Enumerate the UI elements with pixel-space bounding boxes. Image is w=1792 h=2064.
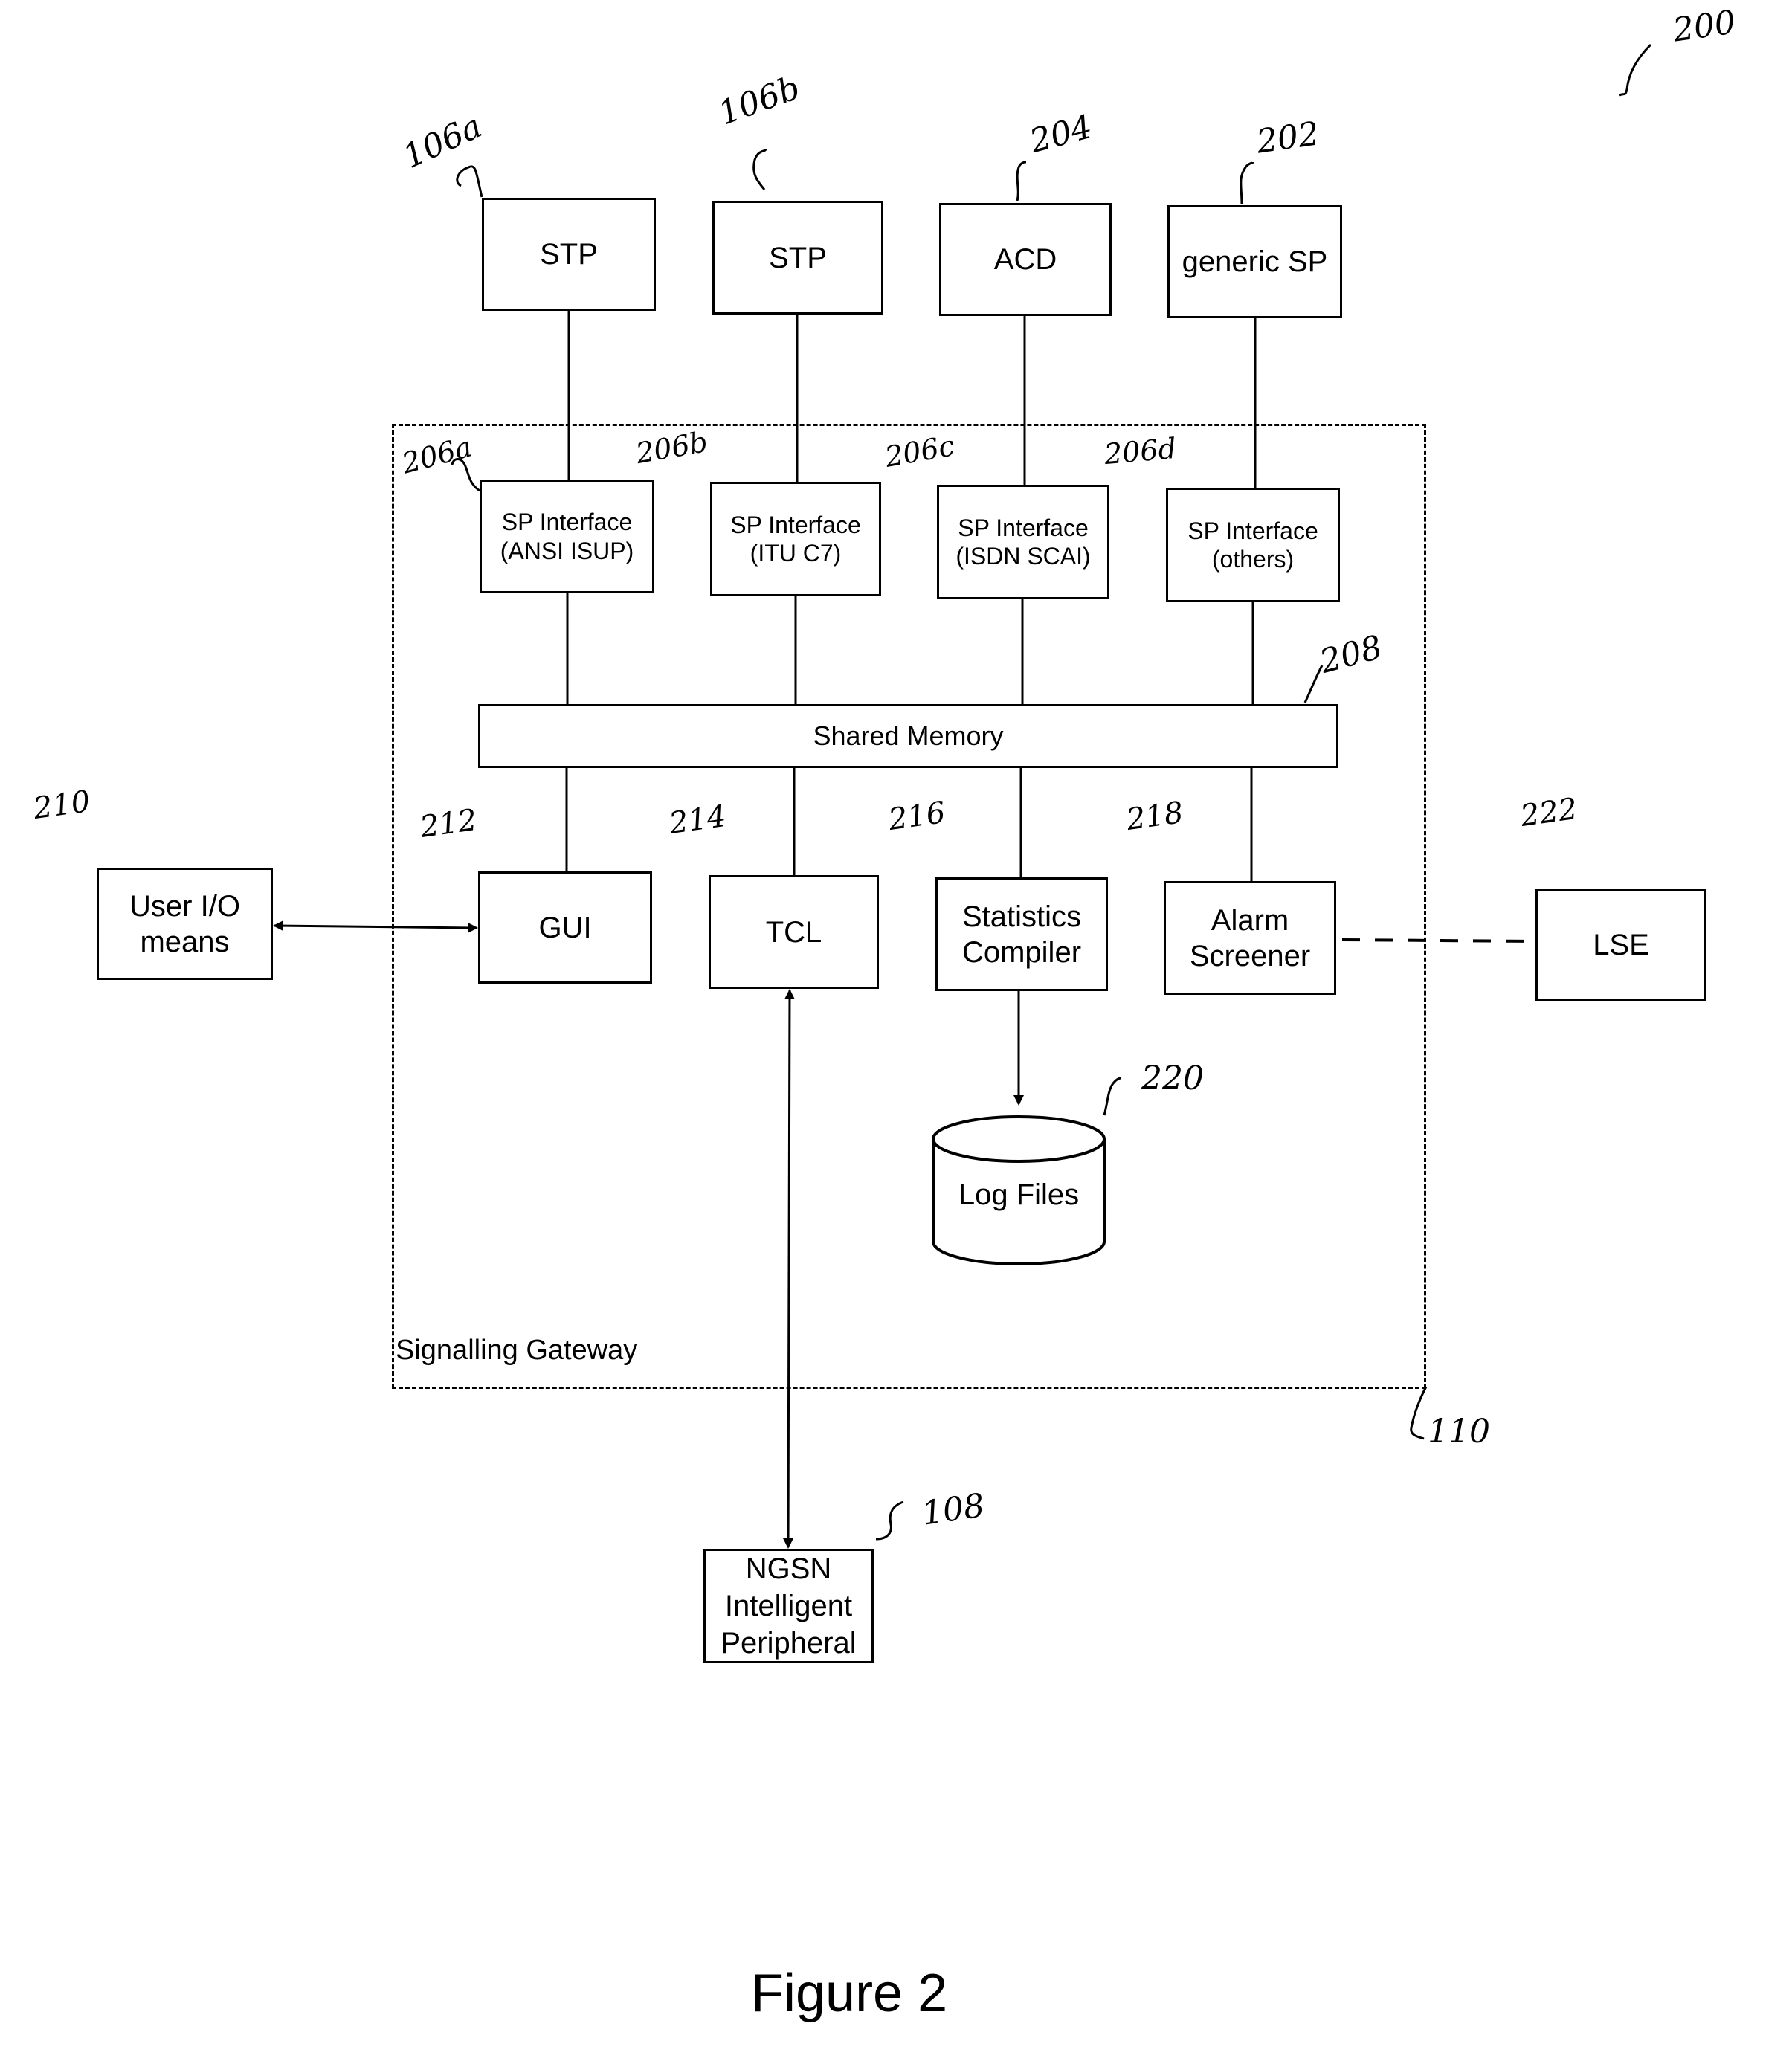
module-label-line2: Compiler xyxy=(961,935,1082,969)
sp-interface-isdn-scai[interactable]: SP Interface (ISDN SCAI) xyxy=(937,485,1109,599)
node-label: generic SP xyxy=(1182,245,1328,278)
node-label: ACD xyxy=(993,243,1057,276)
ref-206d: 206d xyxy=(1103,431,1178,471)
sp-interface-protocol: (ANSI ISUP) xyxy=(500,537,634,564)
sp-interface-title: SP Interface xyxy=(501,509,633,536)
leader-110 xyxy=(1410,1386,1428,1440)
log-files-label: Log Files xyxy=(958,1178,1080,1211)
module-statistics-compiler[interactable]: Statistics Compiler xyxy=(935,877,1108,991)
module-alarm-screener[interactable]: Alarm Screener xyxy=(1164,881,1336,995)
ngsn-label-line1: NGSN xyxy=(745,1552,832,1585)
shared-memory-label: Shared Memory xyxy=(813,720,1004,752)
sp-interface-itu-c7[interactable]: SP Interface (ITU C7) xyxy=(710,482,881,596)
sp-interface-protocol: (ISDN SCAI) xyxy=(955,543,1091,570)
figure-caption: Figure 2 xyxy=(751,1964,948,2023)
node-acd[interactable]: ACD xyxy=(939,203,1112,316)
module-label-line1: Statistics xyxy=(961,900,1082,933)
module-tcl[interactable]: TCL xyxy=(709,875,879,989)
ref-110: 110 xyxy=(1428,1413,1490,1451)
node-label: STP xyxy=(540,238,598,271)
user-io-label-line1: User I/O xyxy=(129,889,240,923)
lse-node[interactable]: LSE xyxy=(1535,889,1706,1001)
lse-label: LSE xyxy=(1593,928,1649,961)
module-label: TCL xyxy=(765,915,822,949)
ngsn-intelligent-peripheral[interactable]: NGSN Intelligent Peripheral xyxy=(703,1549,874,1663)
ngsn-label-line3: Peripheral xyxy=(721,1627,857,1660)
leader-204 xyxy=(1016,161,1027,201)
sp-interface-title: SP Interface xyxy=(958,514,1089,541)
leader-106a xyxy=(456,165,483,198)
module-label: GUI xyxy=(538,911,592,944)
leader-200 xyxy=(1619,43,1652,97)
sp-interface-others[interactable]: SP Interface (others) xyxy=(1166,488,1340,602)
user-io-label-line2: means xyxy=(140,925,230,958)
leader-108 xyxy=(875,1500,904,1541)
signalling-gateway-label: Signalling Gateway xyxy=(396,1335,638,1366)
module-gui[interactable]: GUI xyxy=(478,871,652,984)
sp-interface-ansi-isup[interactable]: SP Interface (ANSI ISUP) xyxy=(480,480,654,593)
ref-220: 220 xyxy=(1141,1060,1204,1097)
node-generic-sp[interactable]: generic SP xyxy=(1167,205,1342,318)
module-label-line1: Alarm xyxy=(1211,903,1289,937)
sp-interface-title: SP Interface xyxy=(1187,517,1318,544)
leader-106b xyxy=(752,148,767,190)
sp-interface-protocol: (ITU C7) xyxy=(750,540,842,567)
user-io-means[interactable]: User I/O means xyxy=(97,868,273,980)
node-stp-106a[interactable]: STP xyxy=(482,198,656,311)
sp-interface-protocol: (others) xyxy=(1211,546,1295,573)
ngsn-label-line2: Intelligent xyxy=(724,1590,853,1622)
node-stp-106b[interactable]: STP xyxy=(712,201,883,315)
shared-memory-bar[interactable]: Shared Memory xyxy=(478,704,1338,768)
leader-202 xyxy=(1240,161,1254,205)
sp-interface-title: SP Interface xyxy=(730,511,861,538)
diagram-canvas: Signalling Gateway 110 200 STP 106a STP … xyxy=(0,0,1792,2064)
module-label-line2: Screener xyxy=(1189,939,1311,973)
node-label: STP xyxy=(769,241,827,274)
